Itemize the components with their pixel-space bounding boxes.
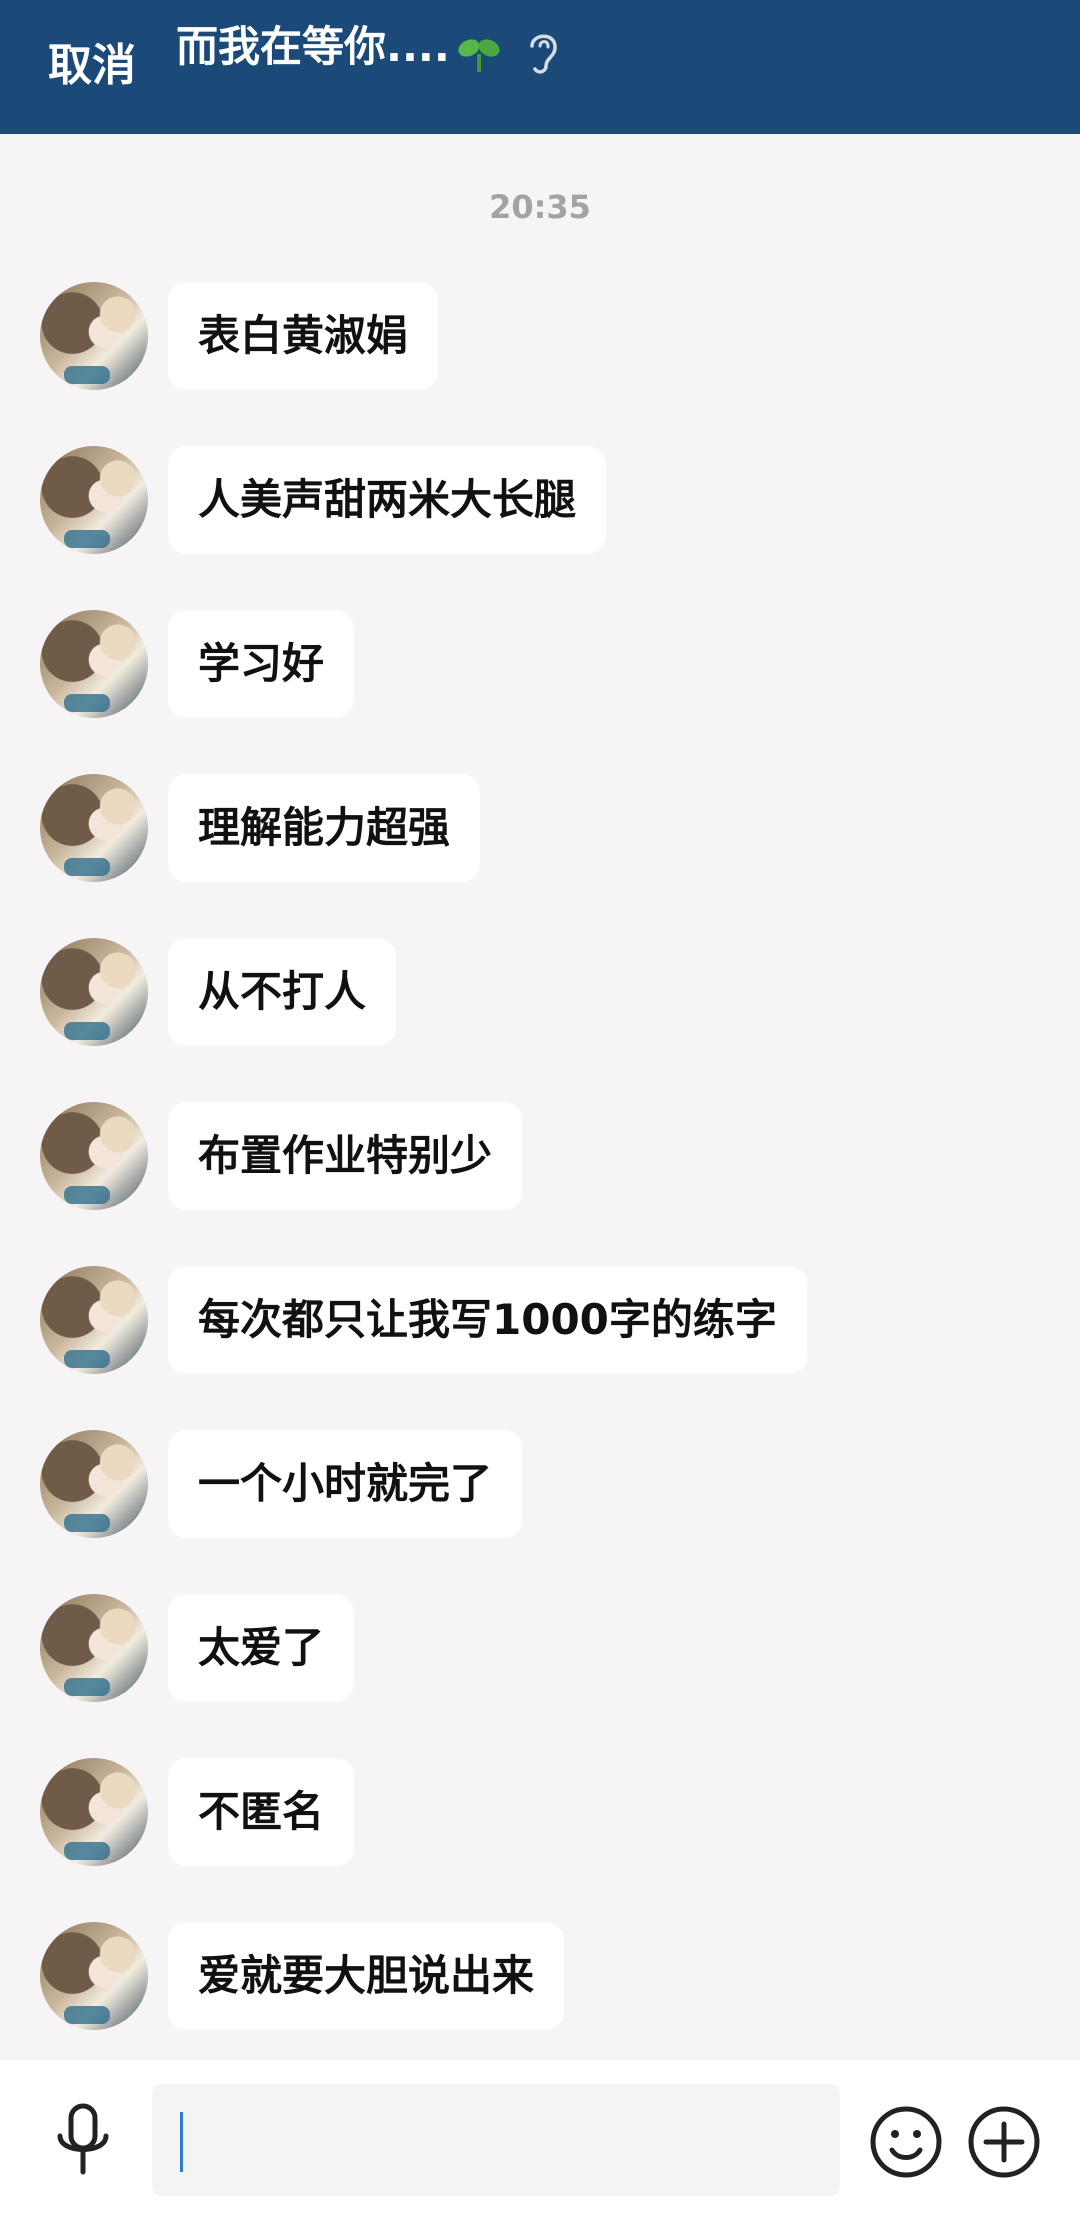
message-row: 从不打人 [40,938,1040,1048]
message-row: 表白黄淑娟 [40,282,1040,392]
message-row: 每次都只让我写1000字的练字 [40,1266,1040,1376]
avatar[interactable] [40,282,148,390]
avatar[interactable] [40,1430,148,1538]
app-header: 取消 而我在等你.... [0,0,1080,134]
message-row: 太爱了 [40,1594,1040,1704]
message-bubble[interactable]: 太爱了 [168,1594,355,1702]
avatar[interactable] [40,1758,148,1866]
message-bubble[interactable]: 不匿名 [168,1758,355,1866]
message-bubble[interactable]: 学习好 [168,610,355,718]
avatar[interactable] [40,938,148,1046]
smiley-icon[interactable] [868,2104,944,2180]
message-bubble[interactable]: 理解能力超强 [168,774,481,882]
microphone-icon[interactable] [52,2102,114,2178]
sprout-icon [458,39,500,72]
message-row: 学习好 [40,610,1040,720]
message-row: 不匿名 [40,1758,1040,1868]
message-row: 一个小时就完了 [40,1430,1040,1540]
avatar[interactable] [40,1102,148,1210]
avatar[interactable] [40,446,148,554]
avatar[interactable] [40,1922,148,2030]
message-bubble[interactable]: 一个小时就完了 [168,1430,523,1538]
message-row: 爱就要大胆说出来 [40,1922,1040,2032]
chat-input-bar [0,2060,1080,2221]
ear-icon[interactable] [524,28,562,76]
text-caret [180,2112,183,2172]
message-bubble[interactable]: 每次都只让我写1000字的练字 [168,1266,807,1374]
chat-title: 而我在等你.... [176,22,450,71]
cancel-button[interactable]: 取消 [48,44,136,88]
message-row: 布置作业特别少 [40,1102,1040,1212]
avatar[interactable] [40,774,148,882]
message-bubble[interactable]: 表白黄淑娟 [168,282,439,390]
message-input[interactable] [152,2084,840,2196]
avatar[interactable] [40,1266,148,1374]
message-row: 人美声甜两米大长腿 [40,446,1040,556]
message-timestamp: 20:35 [489,188,591,226]
message-bubble[interactable]: 布置作业特别少 [168,1102,523,1210]
message-bubble[interactable]: 从不打人 [168,938,397,1046]
avatar[interactable] [40,610,148,718]
avatar[interactable] [40,1594,148,1702]
message-bubble[interactable]: 爱就要大胆说出来 [168,1922,565,2030]
plus-circle-icon[interactable] [966,2104,1042,2180]
message-bubble[interactable]: 人美声甜两米大长腿 [168,446,607,554]
message-row: 理解能力超强 [40,774,1040,884]
